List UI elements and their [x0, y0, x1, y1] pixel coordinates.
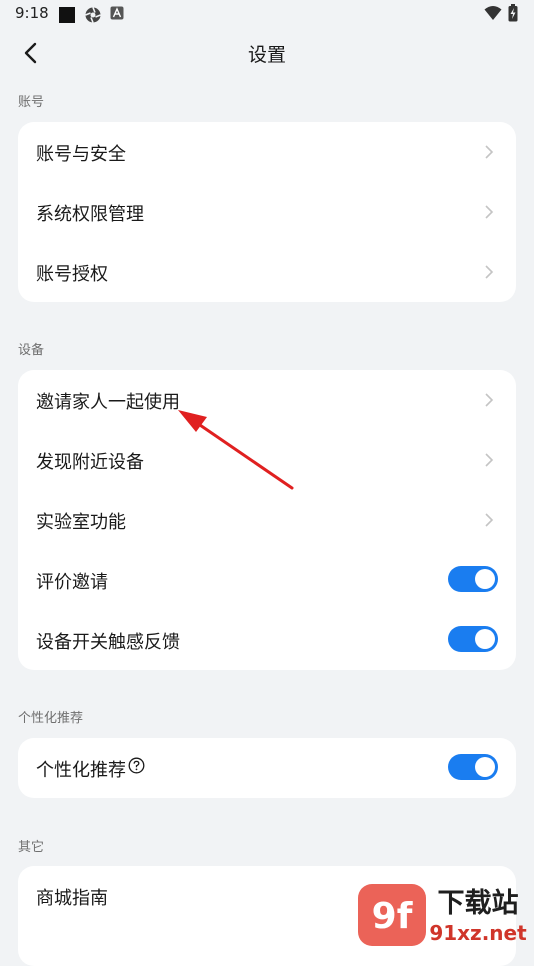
chevron-right-icon	[485, 205, 494, 219]
chevron-right-icon	[485, 145, 494, 159]
settings-row-haptic-feedback: 设备开关触感反馈	[18, 610, 516, 670]
chevron-right-icon	[485, 265, 494, 279]
wifi-icon	[484, 6, 502, 20]
section-label-personalization: 个性化推荐	[18, 711, 84, 726]
toggle-knob	[475, 757, 495, 777]
section-label-device: 设备	[18, 343, 45, 358]
vpn-icon	[85, 7, 101, 23]
settings-row-rating-invite: 评价邀请	[18, 550, 516, 610]
section-label-other: 其它	[18, 840, 45, 855]
settings-row-invite-family[interactable]: 邀请家人一起使用	[18, 370, 516, 430]
chevron-right-icon	[485, 513, 494, 527]
settings-row-personalized-recommendation: 个性化推荐	[18, 738, 516, 798]
row-label: 账号与安全	[36, 144, 126, 165]
settings-row-system-permissions[interactable]: 系统权限管理	[18, 182, 516, 242]
row-label: 设备开关触感反馈	[36, 632, 180, 653]
watermark-brand: 下载站	[438, 888, 519, 919]
row-label-text: 个性化推荐	[36, 760, 126, 781]
row-label: 商城指南	[36, 888, 108, 909]
toggle-knob	[475, 629, 495, 649]
row-label: 邀请家人一起使用	[36, 392, 180, 413]
haptic-feedback-toggle[interactable]	[448, 626, 498, 652]
card-account: 账号与安全 系统权限管理 账号授权	[18, 122, 516, 302]
navbar: 设置	[0, 30, 534, 76]
card-personalization: 个性化推荐	[18, 738, 516, 798]
toggle-knob	[475, 569, 495, 589]
settings-row-account-security[interactable]: 账号与安全	[18, 122, 516, 182]
personalized-recommendation-toggle[interactable]	[448, 754, 498, 780]
status-bar: 9:18	[0, 0, 534, 30]
settings-row-account-authorization[interactable]: 账号授权	[18, 242, 516, 302]
watermark-badge: 9f	[358, 884, 426, 946]
watermark-logo-text: 9f	[372, 896, 413, 937]
watermark-logo: 9f 下载站 91xz.net	[358, 884, 527, 946]
chevron-right-icon	[485, 453, 494, 467]
status-time: 9:18	[15, 4, 49, 22]
a-icon	[110, 6, 124, 20]
row-label: 账号授权	[36, 264, 108, 285]
row-label: 评价邀请	[36, 572, 108, 593]
row-label: 个性化推荐	[36, 756, 145, 782]
section-label-account: 账号	[18, 95, 45, 110]
row-label: 系统权限管理	[36, 204, 144, 225]
settings-row-lab-features[interactable]: 实验室功能	[18, 490, 516, 550]
settings-row-discover-nearby[interactable]: 发现附近设备	[18, 430, 516, 490]
row-label: 发现附近设备	[36, 452, 144, 473]
square-app-icon	[59, 7, 75, 23]
chevron-right-icon	[485, 393, 494, 407]
rating-invite-toggle[interactable]	[448, 566, 498, 592]
question-circle-icon[interactable]	[128, 757, 145, 774]
row-label: 实验室功能	[36, 512, 126, 533]
card-device: 邀请家人一起使用 发现附近设备 实验室功能 评价邀请 设备开关触感反馈	[18, 370, 516, 670]
battery-charging-icon	[508, 4, 518, 22]
watermark-url: 91xz.net	[429, 921, 527, 945]
page-title: 设置	[247, 44, 286, 66]
